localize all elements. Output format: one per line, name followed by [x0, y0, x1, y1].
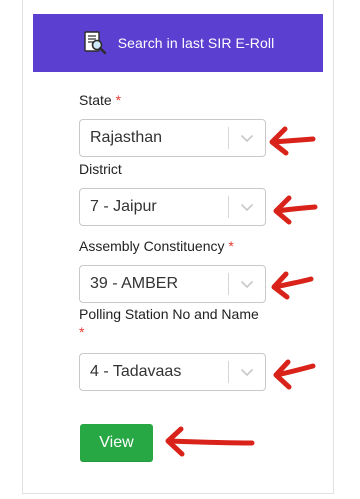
- assembly-constituency-label-text: Assembly Constituency: [79, 238, 225, 254]
- page: Search in last SIR E-Roll State * Rajast…: [0, 0, 360, 499]
- chevron-down-icon[interactable]: [229, 189, 265, 225]
- red-arrow-pointing-left-icon: [165, 426, 255, 457]
- red-arrow-pointing-left-icon: [269, 126, 316, 156]
- assembly-constituency-select[interactable]: 39 - AMBER: [79, 265, 266, 303]
- chevron-down-icon[interactable]: [229, 354, 265, 390]
- chevron-down-icon[interactable]: [229, 266, 265, 302]
- state-label-text: State: [79, 92, 112, 108]
- view-button[interactable]: View: [80, 424, 153, 462]
- red-arrow-pointing-left-icon: [273, 359, 316, 390]
- red-arrow-pointing-left-icon: [271, 271, 314, 300]
- state-select-value: Rajasthan: [90, 129, 163, 146]
- state-select[interactable]: Rajasthan: [79, 119, 266, 157]
- polling-station-select-value: 4 - Tadavaas: [90, 363, 182, 380]
- required-mark: *: [79, 324, 85, 340]
- chevron-down-icon[interactable]: [229, 120, 265, 156]
- assembly-constituency-label: Assembly Constituency *: [79, 238, 234, 254]
- polling-station-select[interactable]: 4 - Tadavaas: [79, 353, 266, 391]
- polling-station-required: *: [79, 324, 84, 340]
- state-label: State *: [79, 92, 121, 108]
- search-document-icon: [82, 30, 108, 56]
- district-select[interactable]: 7 - Jaipur: [79, 188, 266, 226]
- district-select-value: 7 - Jaipur: [90, 198, 157, 215]
- district-label-text: District: [79, 161, 122, 177]
- required-mark: *: [228, 238, 234, 254]
- polling-station-label: Polling Station No and Name: [79, 306, 259, 322]
- search-header: Search in last SIR E-Roll: [33, 14, 323, 72]
- assembly-constituency-select-value: 39 - AMBER: [90, 275, 179, 292]
- district-label: District: [79, 161, 122, 177]
- red-arrow-pointing-left-icon: [273, 195, 318, 225]
- polling-station-label-text: Polling Station No and Name: [79, 306, 259, 322]
- header-title: Search in last SIR E-Roll: [117, 35, 275, 51]
- required-mark: *: [115, 92, 122, 108]
